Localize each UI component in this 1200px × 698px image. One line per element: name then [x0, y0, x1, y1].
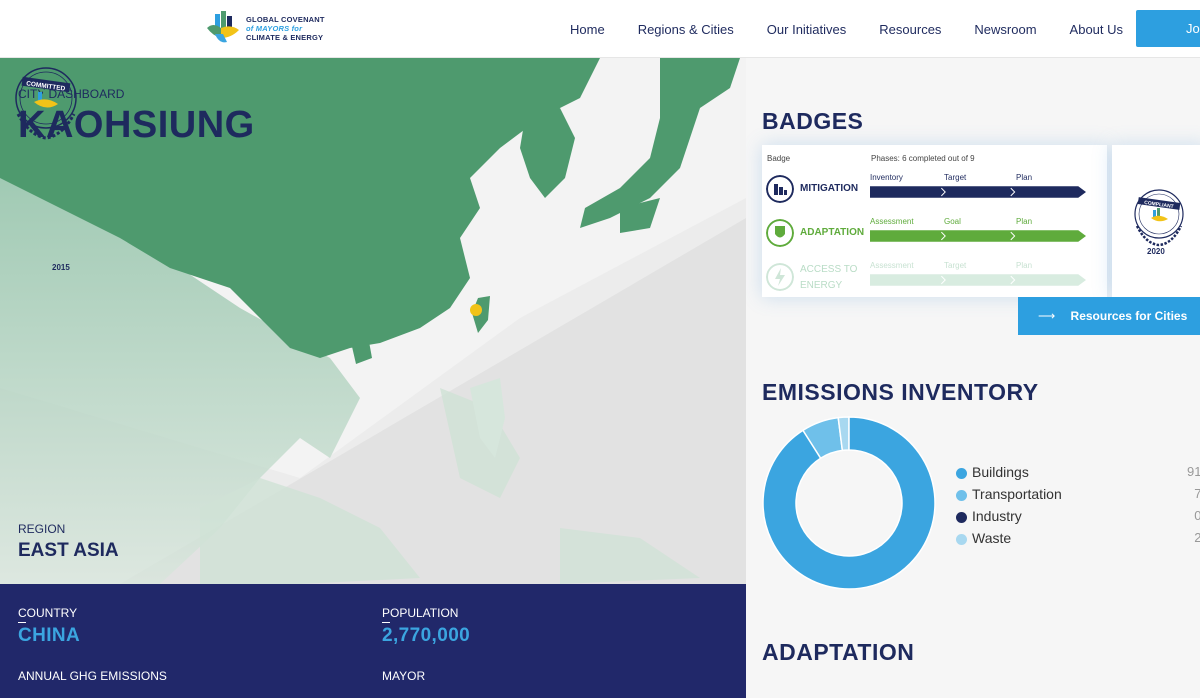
- join-button[interactable]: Jo: [1136, 10, 1200, 47]
- badge-row-adaptation[interactable]: ADAPTATION Assessment Goal Plan: [762, 217, 1107, 255]
- nav-home[interactable]: Home: [570, 22, 605, 37]
- adaptation-label: ADAPTATION: [800, 227, 865, 238]
- nav-our-initiatives[interactable]: Our Initiatives: [767, 22, 846, 37]
- badge-column-header: Badge: [767, 154, 791, 163]
- nav-regions-cities[interactable]: Regions & Cities: [638, 22, 734, 37]
- city-info-panel: COUNTRY CHINA POPULATION 2,770,000 ANNUA…: [0, 584, 746, 698]
- country-divider: [18, 622, 26, 623]
- mitigation-progress-bar: [870, 186, 1086, 198]
- access-to-energy-label: ACCESS TO ENERGY: [800, 264, 858, 291]
- badge-row-access-to-energy[interactable]: ACCESS TO ENERGY Assessment Target Plan: [762, 261, 1107, 299]
- legend-item-waste[interactable]: Waste 2%: [956, 530, 1200, 552]
- committed-seal-icon: COMMITTED: [15, 67, 77, 140]
- energy-phase-2: Target: [944, 261, 967, 270]
- legend-value: 91%: [1186, 464, 1200, 479]
- nav-about-us[interactable]: About Us: [1070, 22, 1123, 37]
- mitigation-label: MITIGATION: [800, 183, 859, 194]
- energy-icon: [766, 263, 794, 291]
- adaptation-title: ADAPTATION: [762, 639, 915, 665]
- population-label: POPULATION: [382, 606, 459, 620]
- population-value: 2,770,000: [382, 625, 471, 646]
- legend-label: Industry: [972, 508, 1022, 524]
- adaptation-phase-3: Plan: [1016, 217, 1033, 226]
- arrow-right-icon: ⟶: [1038, 309, 1056, 323]
- population-divider: [382, 622, 390, 623]
- adaptation-phase-1: Assessment: [870, 217, 914, 226]
- nav-resources[interactable]: Resources: [879, 22, 941, 37]
- legend-label: Waste: [972, 530, 1012, 546]
- legend-dot: [956, 534, 967, 545]
- badges-card: Badge Phases: 6 completed out of 9 MITIG…: [762, 145, 1107, 297]
- country-value: CHINA: [18, 625, 81, 646]
- resources-for-cities-label: Resources for Cities: [1070, 309, 1188, 323]
- ghg-label: ANNUAL GHG EMISSIONS: [18, 669, 167, 683]
- country-label: COUNTRY: [18, 606, 78, 620]
- energy-progress-bar: [870, 274, 1086, 286]
- committed-year: 2015: [52, 263, 70, 272]
- mayor-label: MAYOR: [382, 669, 426, 683]
- legend-value: 0%: [1194, 508, 1200, 523]
- mitigation-phase-3: Plan: [1016, 173, 1033, 182]
- emissions-donut-chart: [762, 416, 936, 590]
- badges-title: BADGES: [762, 108, 864, 134]
- logo-emblem-icon: [207, 11, 239, 43]
- legend-item-transportation[interactable]: Transportation 7%: [956, 486, 1200, 508]
- adaptation-progress-bar: [870, 230, 1086, 242]
- compliant-card: COMPLIANT 2020: [1112, 145, 1200, 297]
- logo-line-1: GLOBAL COVENANT: [246, 15, 325, 24]
- legend-label: Transportation: [972, 486, 1062, 502]
- adaptation-phase-2: Goal: [944, 217, 961, 226]
- donut-slice-buildings[interactable]: [762, 416, 936, 590]
- badge-row-mitigation[interactable]: MITIGATION Inventory Target Plan: [762, 173, 1107, 211]
- adaptation-icon: [766, 219, 794, 247]
- global-covenant-logo[interactable]: GLOBAL COVENANT of MAYORS for CLIMATE & …: [205, 10, 335, 48]
- city-location-marker[interactable]: [470, 304, 482, 316]
- mitigation-icon: [766, 175, 794, 203]
- legend-dot: [956, 490, 967, 501]
- mitigation-phase-1: Inventory: [870, 173, 903, 182]
- legend-item-industry[interactable]: Industry 0%: [956, 508, 1200, 530]
- energy-phase-3: Plan: [1016, 261, 1033, 270]
- resources-for-cities-button[interactable]: ⟶ Resources for Cities: [1018, 297, 1200, 335]
- legend-value: 7%: [1194, 486, 1200, 501]
- energy-phase-1: Assessment: [870, 261, 914, 270]
- legend-item-buildings[interactable]: Buildings 91%: [956, 464, 1200, 486]
- compliant-seal-icon: COMPLIANT: [1134, 189, 1184, 247]
- phases-column-header: Phases: 6 completed out of 9: [871, 154, 975, 163]
- legend-dot: [956, 512, 967, 523]
- city-map[interactable]: CITY DASHBOARD KAOHSIUNG COMMITTED 2015 …: [0, 58, 746, 584]
- region-value: EAST ASIA: [18, 540, 119, 561]
- logo-line-3: CLIMATE & ENERGY: [246, 33, 324, 42]
- legend-dot: [956, 468, 967, 479]
- legend-value: 2%: [1194, 530, 1200, 545]
- emissions-legend: Buildings 91% Transportation 7% Industry…: [956, 464, 1200, 552]
- logo-line-2: of MAYORS for: [246, 24, 303, 33]
- top-navigation: GLOBAL COVENANT of MAYORS for CLIMATE & …: [0, 0, 1200, 58]
- nav-newsroom[interactable]: Newsroom: [974, 22, 1036, 37]
- dashboard-sidebar: BADGES Badge Phases: 6 completed out of …: [746, 58, 1200, 698]
- nav-menu: Home Regions & Cities Our Initiatives Re…: [570, 0, 1156, 58]
- region-label: REGION: [18, 522, 66, 536]
- emissions-title: EMISSIONS INVENTORY: [762, 379, 1039, 405]
- legend-label: Buildings: [972, 464, 1029, 480]
- compliant-year: 2020: [1147, 247, 1165, 256]
- mitigation-phase-2: Target: [944, 173, 967, 182]
